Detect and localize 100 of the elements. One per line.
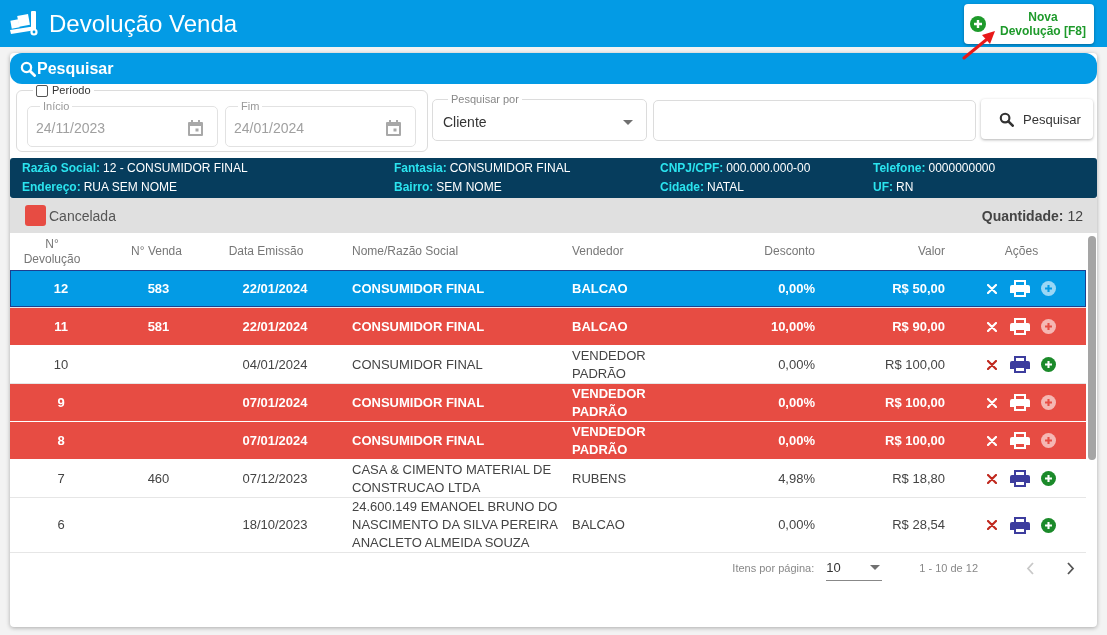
count-value: 12 <box>1067 207 1083 224</box>
table-cell: 18/10/2023 <box>242 516 308 534</box>
column-header: Valor <box>917 244 945 259</box>
search-input[interactable] <box>653 100 976 141</box>
table-cell: 0,00% <box>778 279 815 298</box>
info-label: Razão Social: <box>22 161 101 175</box>
caret-icon <box>623 119 633 125</box>
table-cell-text: VENDEDOR PADRÃO <box>572 422 647 459</box>
printer-icon[interactable] <box>1010 318 1030 335</box>
table-cell: 22/01/2024 <box>242 317 308 336</box>
table-cell: R$ 100,00 <box>885 393 945 412</box>
page-range: 1 - 10 de 12 <box>919 562 978 574</box>
hand-truck-icon <box>10 11 40 36</box>
table-cell-text: 24.600.149 EMANOEL BRUNO DO NASCIMENTO DA SILVA PEREIRA ANACLETO ALMEIDA SOUZA <box>352 498 559 552</box>
table-cell: CONSUMIDOR FINAL <box>352 279 485 298</box>
search-icon <box>20 60 36 77</box>
cross-icon[interactable] <box>987 359 997 370</box>
table-cell: BALCAO <box>572 317 628 336</box>
plus-circle-icon[interactable] <box>1041 357 1056 372</box>
plus-circle-icon[interactable] <box>1041 395 1056 410</box>
info-label: CNPJ/CPF: <box>660 161 724 175</box>
table-row[interactable]: 9 07/01/2024 CONSUMIDOR FINAL VENDEDOR PADRÃO 0,00% R$ 100,00 <box>10 384 1086 422</box>
column-header: N° Venda <box>131 244 182 259</box>
plus-circle-icon[interactable] <box>1041 319 1056 334</box>
plus-circle-icon[interactable] <box>1041 517 1056 533</box>
printer-icon[interactable] <box>1010 394 1030 411</box>
panel-title: Pesquisar <box>37 59 114 78</box>
table-cell: 04/01/2024 <box>242 355 308 374</box>
search-icon <box>999 111 1014 127</box>
table-cell: 07/01/2024 <box>242 431 308 450</box>
table-row[interactable]: 7 460 07/12/2023 CASA & CIMENTO MATERIAL DE CONSTRUCAO LTDA RUBENS 4,98% R$ 18,80 <box>10 460 1086 498</box>
search-by-select[interactable]: Pesquisar por Cliente <box>432 93 647 141</box>
table-cell: 0,00% <box>778 516 815 534</box>
column-header: Data Emissão <box>228 244 304 259</box>
page-size-label: Itens por página: <box>732 562 815 574</box>
info-value: SEM NOME <box>436 180 502 194</box>
info-label: Telefone: <box>873 161 926 175</box>
checkbox[interactable] <box>36 84 48 97</box>
table-cell: 0,00% <box>778 431 815 450</box>
search-button[interactable]: Pesquisar <box>981 99 1093 139</box>
table-cell: 6 <box>57 516 65 534</box>
table-cell: R$ 90,00 <box>892 317 945 336</box>
table-cell: 12 <box>53 279 69 298</box>
printer-icon[interactable] <box>1010 516 1030 534</box>
printer-icon[interactable] <box>1010 432 1030 449</box>
field-label: Pesquisar por <box>450 93 520 106</box>
caret-icon <box>870 565 881 570</box>
scrollbar-thumb[interactable] <box>1088 236 1096 460</box>
count-label: Quantidade: <box>981 207 1064 224</box>
table-cell: 4,98% <box>778 469 815 488</box>
column-header: Desconto <box>764 244 815 259</box>
table-cell: CONSUMIDOR FINAL <box>352 355 483 374</box>
table-cell-text: VENDEDOR PADRÃO <box>572 384 647 421</box>
table-cell: BALCAO <box>572 516 625 534</box>
new-return-button[interactable]: Nova Devolução [F8] <box>964 3 1094 44</box>
printer-icon[interactable] <box>1010 356 1030 373</box>
table-cell: 460 <box>147 469 170 488</box>
table-cell: 0,00% <box>778 393 815 412</box>
info-value: 000.000.000-00 <box>726 161 811 175</box>
arrow-icon <box>962 30 996 60</box>
column-header: N° Devolução <box>22 236 82 267</box>
plus-circle-icon[interactable] <box>1041 433 1056 448</box>
info-value: 12 - CONSUMIDOR FINAL <box>103 161 248 175</box>
column-header: Nome/Razão Social <box>352 244 459 259</box>
table-row[interactable]: 6 18/10/2023 24.600.149 EMANOEL BRUNO DO NASCIMENTO DA SILVA PEREIRA ANACLETO ALMEIDA SOUZA BALCAO 0,00% R$ 28,54 <box>10 498 1086 553</box>
table-row[interactable]: 8 07/01/2024 CONSUMIDOR FINAL VENDEDOR PADRÃO 0,00% R$ 100,00 <box>10 422 1086 460</box>
table-cell: 22/01/2024 <box>242 279 308 298</box>
table-cell: R$ 28,54 <box>892 516 945 534</box>
page-title: Devolução Venda <box>49 8 238 39</box>
plus-circle-icon[interactable] <box>1041 471 1056 486</box>
info-label: Endereço: <box>22 180 81 194</box>
table-cell: CONSUMIDOR FINAL <box>352 431 485 450</box>
checkbox-label: Período <box>52 84 91 97</box>
table-cell: 9 <box>57 393 65 412</box>
column-header: Vendedor <box>572 244 624 259</box>
printer-icon[interactable] <box>1010 470 1030 487</box>
table-row[interactable]: 11 581 22/01/2024 CONSUMIDOR FINAL BALCAO 10,00% R$ 90,00 <box>10 308 1086 346</box>
table-cell: BALCAO <box>572 279 628 298</box>
table-cell: 583 <box>147 279 170 298</box>
plus-circle-icon[interactable] <box>1041 281 1056 296</box>
table-row[interactable]: 12 583 22/01/2024 CONSUMIDOR FINAL BALCAO 0,00% R$ 50,00 <box>10 270 1086 308</box>
cross-icon[interactable] <box>987 520 997 530</box>
plus-circle-icon <box>970 15 986 32</box>
info-label: UF: <box>873 180 893 194</box>
field-label: Fim <box>240 100 261 112</box>
table-cell: 11 <box>54 317 68 336</box>
table-cell: 581 <box>147 317 170 336</box>
table-cell: CONSUMIDOR FINAL <box>352 393 485 412</box>
info-value: CONSUMIDOR FINAL <box>449 161 571 175</box>
table-cell: R$ 100,00 <box>885 431 945 450</box>
page-size-select[interactable]: 10 <box>826 555 883 581</box>
table-cell: R$ 100,00 <box>885 355 945 374</box>
field-label: Início <box>42 100 71 112</box>
table-cell: 07/12/2023 <box>242 469 308 488</box>
table-cell: 10 <box>53 355 69 374</box>
table-cell: 10,00% <box>770 317 815 336</box>
table-cell: 0,00% <box>778 355 815 374</box>
table-cell: 7 <box>57 469 65 488</box>
cross-icon[interactable] <box>987 473 997 484</box>
table-cell: 8 <box>57 431 65 450</box>
